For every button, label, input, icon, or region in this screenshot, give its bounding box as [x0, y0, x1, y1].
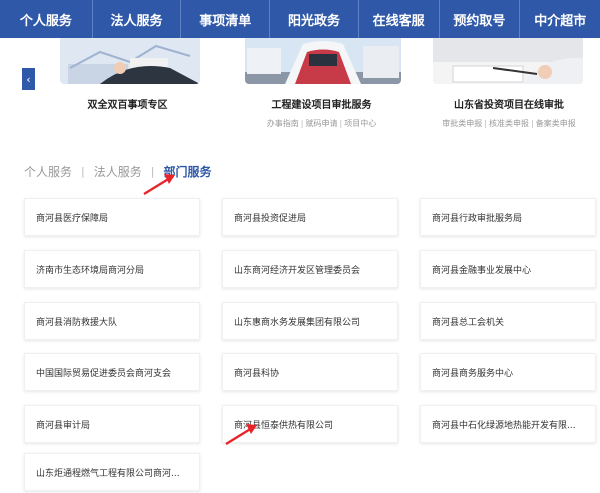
department-item[interactable]: 商河县恒泰供热有限公司 — [222, 405, 398, 443]
tab-separator: | — [150, 165, 155, 178]
feature-card[interactable]: 山东省投资项目在线审批 审批类申报 | 核准类申报 | 备案类申报 — [423, 38, 595, 138]
tab-separator: | — [81, 165, 85, 178]
card-image — [433, 38, 583, 84]
card-title: 山东省投资项目在线审批 — [454, 100, 564, 111]
link-separator: | — [339, 119, 343, 128]
department-item[interactable]: 山东商河经济开发区管理委员会 — [222, 250, 398, 288]
link-separator: | — [484, 119, 487, 128]
department-item[interactable]: 商河县中石化绿源地热能开发有限... — [420, 405, 596, 443]
tab-personal-service[interactable]: 个人服务 — [24, 163, 72, 180]
card-link-approve-apply[interactable]: 核准类申报 — [489, 119, 529, 128]
department-item[interactable]: 商河县行政审批服务局 — [420, 198, 596, 236]
department-item[interactable]: 商河县总工会机关 — [420, 302, 596, 340]
link-separator: | — [531, 119, 534, 128]
top-nav: 个人服务 法人服务 事项清单 阳光政务 在线客服 预约取号 中介超市 — [0, 0, 600, 38]
card-link-guide[interactable]: 办事指南 — [267, 119, 299, 128]
business-meeting-image — [60, 38, 200, 84]
card-links: 审批类申报 | 核准类申报 | 备案类申报 — [423, 118, 595, 129]
department-item[interactable]: 商河县投资促进局 — [222, 198, 398, 236]
nav-agency-market[interactable]: 中介超市 — [520, 0, 600, 38]
feature-card[interactable]: 工程建设项目审批服务 办事指南 | 赋码申请 | 项目中心 — [225, 38, 418, 138]
department-item[interactable]: 商河县金融事业发展中心 — [420, 250, 596, 288]
feature-card[interactable]: 双全双百事项专区 — [35, 38, 220, 138]
card-link-review-apply[interactable]: 审批类申报 — [442, 119, 482, 128]
card-links: 办事指南 | 赋码申请 | 项目中心 — [225, 118, 418, 129]
signing-document-image — [433, 38, 583, 84]
nav-legal-service[interactable]: 法人服务 — [93, 0, 181, 38]
link-separator: | — [300, 119, 304, 128]
department-item[interactable]: 商河县审计局 — [24, 405, 200, 443]
feature-carousel: ‹ 双全双百事项专区 工程建设项目审批服务 办事指南 | 赋码申请 | 项目中心… — [22, 38, 600, 138]
department-item[interactable]: 济南市生态环境局商河分局 — [24, 250, 200, 288]
department-item[interactable]: 商河县消防救援大队 — [24, 302, 200, 340]
department-item[interactable]: 商河县医疗保障局 — [24, 198, 200, 236]
tab-legal-service[interactable]: 法人服务 — [94, 163, 142, 180]
service-tabs: 个人服务 | 法人服务 | 部门服务 — [24, 163, 211, 180]
train-image — [245, 38, 401, 84]
card-title: 工程建设项目审批服务 — [271, 100, 372, 111]
carousel-prev-button[interactable]: ‹ — [22, 68, 35, 90]
tab-department-service[interactable]: 部门服务 — [163, 163, 211, 180]
nav-online-service[interactable]: 在线客服 — [359, 0, 439, 38]
card-image — [245, 38, 401, 84]
card-title: 双全双百事项专区 — [87, 100, 168, 111]
card-link-record-apply[interactable]: 备案类申报 — [536, 119, 576, 128]
department-item[interactable]: 山东惠商水务发展集团有限公司 — [222, 302, 398, 340]
department-item[interactable]: 山东炬通程燃气工程有限公司商河... — [24, 453, 200, 491]
department-item[interactable]: 商河县商务服务中心 — [420, 353, 596, 391]
card-link-project-center[interactable]: 项目中心 — [344, 119, 376, 128]
department-item[interactable]: 中国国际贸易促进委员会商河支会 — [24, 353, 200, 391]
department-item[interactable]: 商河县科协 — [222, 353, 398, 391]
nav-personal-service[interactable]: 个人服务 — [0, 0, 92, 38]
nav-appointment[interactable]: 预约取号 — [440, 0, 520, 38]
nav-open-government[interactable]: 阳光政务 — [270, 0, 358, 38]
card-image — [60, 38, 200, 84]
nav-item-list[interactable]: 事项清单 — [181, 0, 269, 38]
card-link-code-apply[interactable]: 赋码申请 — [306, 119, 338, 128]
chevron-left-icon: ‹ — [26, 72, 31, 86]
